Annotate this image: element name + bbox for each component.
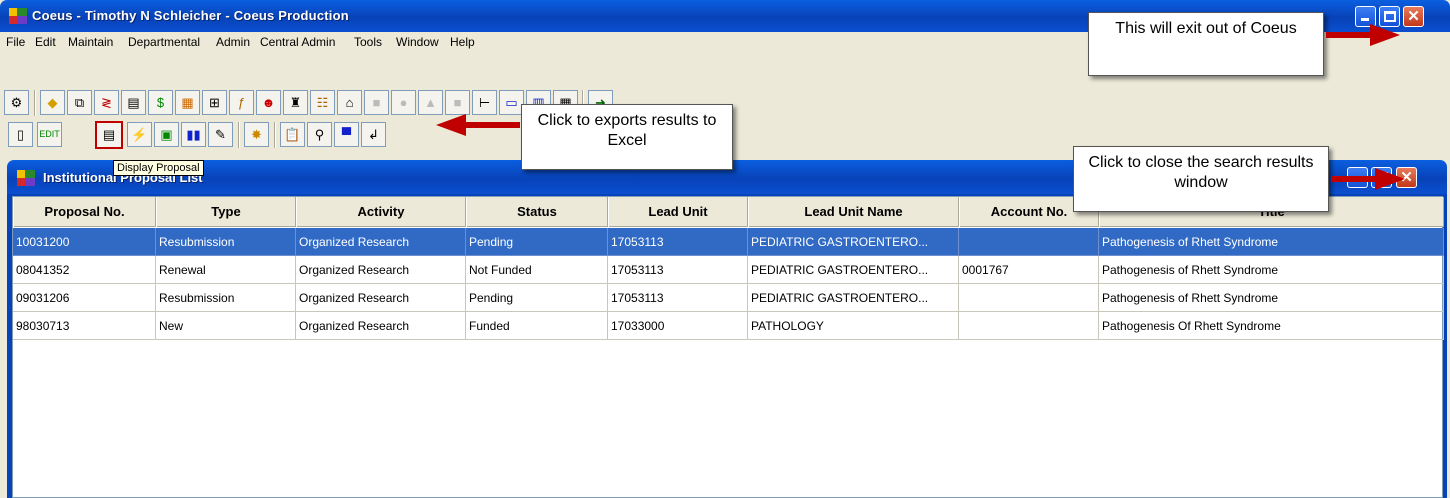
clipboard-icon[interactable]: 📋 [280, 122, 305, 147]
image-icon[interactable]: ▣ [154, 122, 179, 147]
menu-departmental[interactable]: Departmental [128, 35, 200, 49]
cell-lead-unit: 17033000 [608, 312, 748, 340]
flash-icon[interactable]: ⚡ [127, 122, 152, 147]
close-search-arrow [1331, 168, 1405, 190]
menu-tools[interactable]: Tools [354, 35, 382, 49]
cell-lead-unit-name: PEDIATRIC GASTROENTERO... [748, 284, 959, 312]
search-icon[interactable]: ⚲ [307, 122, 332, 147]
table-row[interactable]: 08041352 Renewal Organized Research Not … [13, 256, 1444, 284]
cell-proposal-no: 09031206 [13, 284, 156, 312]
display-proposal-icon[interactable]: ▤ [95, 121, 123, 149]
cell-lead-unit: 17053113 [608, 284, 748, 312]
award-icon[interactable]: ♜ [283, 90, 308, 115]
cell-activity: Organized Research [296, 284, 466, 312]
people-icon[interactable]: ☻ [256, 90, 281, 115]
close-search-callout: Click to close the search results window [1073, 146, 1329, 212]
gem-icon[interactable]: ◆ [40, 90, 65, 115]
close-app-button[interactable]: ✕ [1403, 6, 1424, 27]
cell-status: Pending [466, 228, 608, 256]
cell-account-no [959, 228, 1099, 256]
cell-lead-unit: 17053113 [608, 256, 748, 284]
exit-arrow [1326, 24, 1400, 46]
cell-activity: Organized Research [296, 228, 466, 256]
cell-activity: Organized Research [296, 256, 466, 284]
burst-icon[interactable]: ✸ [244, 122, 269, 147]
notes-icon[interactable]: ✎ [208, 122, 233, 147]
chart-icon[interactable]: ▦ [175, 90, 200, 115]
column-header[interactable]: Lead Unit [608, 197, 748, 227]
disabled-icon: ■ [364, 90, 389, 115]
column-header[interactable]: Type [156, 197, 296, 227]
coeus-app-icon [17, 170, 35, 186]
copy-icon[interactable]: ⧉ [67, 90, 92, 115]
binoculars-icon[interactable]: ▮▮ [181, 122, 206, 147]
formula-icon[interactable]: ƒ [229, 90, 254, 115]
org-icon[interactable]: ⊞ [202, 90, 227, 115]
cell-proposal-no: 98030713 [13, 312, 156, 340]
cell-status: Funded [466, 312, 608, 340]
disabled-icon: ● [391, 90, 416, 115]
sort-icon[interactable]: ≷ [94, 90, 119, 115]
cell-type: Renewal [156, 256, 296, 284]
column-header[interactable]: Activity [296, 197, 466, 227]
column-header[interactable]: Proposal No. [13, 197, 156, 227]
proposal-icon[interactable]: ⚙ [4, 90, 29, 115]
building-icon[interactable]: ⌂ [337, 90, 362, 115]
window-title: Coeus - Timothy N Schleicher - Coeus Pro… [32, 8, 349, 23]
cell-status: Pending [466, 284, 608, 312]
edit-icon[interactable]: EDIT [37, 122, 62, 147]
cell-account-no [959, 284, 1099, 312]
stack-icon[interactable]: ▤ [121, 90, 146, 115]
exit-callout: This will exit out of Coeus [1088, 12, 1324, 76]
menu-file[interactable]: File [6, 35, 25, 49]
cell-account-no: 0001767 [959, 256, 1099, 284]
cell-type: New [156, 312, 296, 340]
cell-type: Resubmission [156, 228, 296, 256]
export-arrow [436, 114, 520, 136]
menu-admin[interactable]: Admin [216, 35, 250, 49]
results-table: Proposal No. Type Activity Status Lead U… [12, 196, 1444, 498]
cell-lead-unit-name: PEDIATRIC GASTROENTERO... [748, 256, 959, 284]
cell-account-no [959, 312, 1099, 340]
display-proposal-tooltip: Display Proposal [113, 160, 204, 176]
cell-title: Pathogenesis of Rhett Syndrome [1099, 228, 1444, 256]
column-header[interactable]: Lead Unit Name [748, 197, 959, 227]
menu-help[interactable]: Help [450, 35, 475, 49]
menu-edit[interactable]: Edit [35, 35, 56, 49]
menu-central-admin[interactable]: Central Admin [260, 35, 335, 49]
save-icon[interactable]: ▀ [334, 122, 359, 147]
cell-proposal-no: 10031200 [13, 228, 156, 256]
cell-title: Pathogenesis of Rhett Syndrome [1099, 256, 1444, 284]
cell-title: Pathogenesis Of Rhett Syndrome [1099, 312, 1444, 340]
menu-window[interactable]: Window [396, 35, 439, 49]
cell-status: Not Funded [466, 256, 608, 284]
cell-title: Pathogenesis of Rhett Syndrome [1099, 284, 1444, 312]
cell-lead-unit: 17053113 [608, 228, 748, 256]
money-bag-icon[interactable]: $ [148, 90, 173, 115]
cell-activity: Organized Research [296, 312, 466, 340]
cell-proposal-no: 08041352 [13, 256, 156, 284]
cell-lead-unit-name: PEDIATRIC GASTROENTERO... [748, 228, 959, 256]
table-row[interactable]: 09031206 Resubmission Organized Research… [13, 284, 1444, 312]
close-icon[interactable]: ↲ [361, 122, 386, 147]
cell-lead-unit-name: PATHOLOGY [748, 312, 959, 340]
cell-type: Resubmission [156, 284, 296, 312]
group-icon[interactable]: ☷ [310, 90, 335, 115]
menu-maintain[interactable]: Maintain [68, 35, 113, 49]
table-row[interactable]: 98030713 New Organized Research Funded 1… [13, 312, 1444, 340]
export-callout: Click to exports results to Excel [521, 104, 733, 170]
table-row[interactable]: 10031200 Resubmission Organized Research… [13, 228, 1444, 256]
document-icon[interactable]: ▯ [8, 122, 33, 147]
coeus-app-icon [9, 8, 27, 24]
column-header[interactable]: Status [466, 197, 608, 227]
